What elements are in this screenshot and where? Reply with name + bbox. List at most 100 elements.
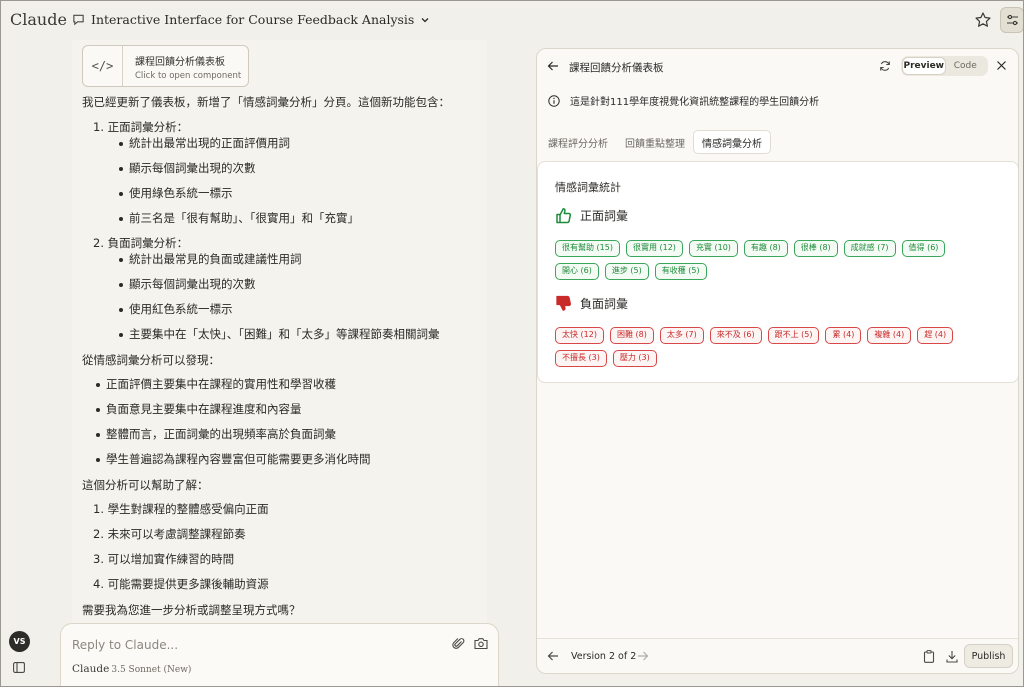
list-item: 2. 未來可以考慮調整課程節奏: [93, 527, 246, 541]
artifact-panel: 課程回饋分析儀表板 Preview Code 這是針對111學年度視覺化資訊統整…: [536, 48, 1019, 674]
bullet-item: 負面意見主要集中在課程進度和內容量: [96, 402, 302, 416]
positive-tag: 很棒 (8): [793, 240, 838, 257]
panel-title: 課程回饋分析儀表板: [569, 62, 664, 74]
bullet-item: 正面評價主要集中在課程的實用性和學習收穫: [96, 377, 336, 391]
list-item: 4. 可能需要提供更多課後輔助資源: [93, 577, 269, 591]
reply-input[interactable]: Reply to Claude...: [72, 638, 178, 652]
negative-tag: 複雜 (4): [867, 327, 912, 344]
info-banner: 這是針對111學年度視覺化資訊統整課程的學生回饋分析: [548, 93, 819, 108]
positive-tag: 很實用 (12): [625, 240, 683, 257]
back-arrow-icon[interactable]: [547, 60, 559, 72]
publish-button[interactable]: Publish: [964, 644, 1013, 668]
top-bar: Claude Interactive Interface for Course …: [0, 0, 1024, 40]
bullet-item: 使用綠色系統一標示: [119, 186, 233, 200]
bullet-item: 整體而言，正面詞彙的出現頻率高於負面詞彙: [96, 427, 336, 441]
next-version-icon[interactable]: [637, 650, 649, 662]
artifact-card[interactable]: </> 課程回饋分析儀表板 Click to open component: [82, 45, 249, 87]
sentiment-card: 情感詞彙統計 正面詞彙 很有幫助 (15) 很實用 (12) 充實 (10) 有趣 (…: [537, 161, 1018, 383]
positive-tag: 開心 (6): [555, 262, 599, 280]
help-title: 這個分析可以幫助了解：: [82, 478, 209, 492]
negative-tag: 累 (4): [825, 327, 862, 344]
star-icon[interactable]: [974, 11, 992, 29]
preview-tab[interactable]: Preview: [903, 58, 945, 74]
list-item: 3. 可以增加實作練習的時間: [93, 552, 235, 566]
positive-title: 正面詞彙: [580, 209, 629, 223]
tab-rating-analysis[interactable]: 課程評分分析: [540, 131, 616, 153]
negative-tag: 跟不上 (5): [767, 327, 820, 344]
code-icon: </>: [83, 46, 123, 86]
model-version: 3.5 Sonnet (New): [111, 665, 192, 675]
positive-tag: 值得 (6): [901, 240, 946, 257]
findings-title: 從情感詞彙分析可以發現：: [82, 353, 220, 367]
settings-sliders-button[interactable]: [1000, 7, 1024, 33]
camera-icon[interactable]: [474, 637, 488, 650]
model-name: Claude: [72, 663, 110, 675]
dashboard-tabs: 課程評分分析 回饋重點整理 情感詞彙分析: [540, 131, 771, 153]
positive-tag: 有趣 (8): [743, 240, 788, 257]
model-selector[interactable]: Claude 3.5 Sonnet (New): [72, 663, 191, 675]
negative-tag: 來不及 (6): [709, 327, 762, 344]
negative-tags: 太快 (12) 困難 (8) 太多 (7) 來不及 (6) 跟不上 (5) 累 (4) 複雜…: [555, 327, 985, 367]
section-title: 正面詞彙分析：: [107, 120, 189, 134]
close-icon[interactable]: [996, 60, 1007, 71]
info-icon: [548, 94, 560, 107]
negative-tag: 太快 (12): [555, 327, 604, 344]
negative-tag: 不擅長 (3): [555, 349, 607, 367]
positive-tag: 成就感 (7): [843, 240, 896, 257]
thumbs-up-icon: [556, 208, 572, 224]
panel-header: 課程回饋分析儀表板 Preview Code: [537, 49, 1018, 84]
copy-icon[interactable]: [923, 650, 935, 663]
chevron-down-icon: [421, 17, 429, 22]
message-closing: 需要我為您進一步分析或調整呈現方式嗎？: [82, 603, 301, 617]
thumbs-down-icon: [556, 295, 571, 311]
positive-tag: 進步 (5): [604, 262, 649, 280]
attach-icon[interactable]: [452, 637, 465, 650]
conversation-title-button[interactable]: Interactive Interface for Course Feedbac…: [72, 12, 430, 27]
bullet-item: 統計出最常見的負面或建議性用詞: [119, 252, 302, 266]
chat-column: </> 課程回饋分析儀表板 Click to open component 我已…: [72, 40, 487, 623]
list-item: 1. 學生對課程的整體感受偏向正面: [93, 502, 269, 516]
negative-tag: 太多 (7): [659, 327, 704, 344]
bullet-item: 顯示每個詞彙出現的次數: [119, 161, 256, 175]
version-label: Version 2 of 2: [571, 651, 637, 662]
positive-section-header: 正面詞彙: [555, 207, 628, 224]
info-text: 這是針對111學年度視覺化資訊統整課程的學生回饋分析: [570, 97, 820, 108]
negative-tag: 趕 (4): [917, 327, 954, 344]
sidebar-toggle-icon[interactable]: [13, 662, 25, 673]
bullet-item: 統計出最常出現的正面評價用詞: [119, 136, 290, 150]
sliders-icon: [1006, 14, 1018, 26]
tab-feedback-summary[interactable]: 回饋重點整理: [617, 131, 693, 153]
composer: Reply to Claude... Claude 3.5 Sonnet (New…: [60, 623, 499, 687]
panel-footer: Version 2 of 2 Publish: [537, 638, 1018, 673]
view-toggle: Preview Code: [901, 56, 988, 76]
refresh-icon[interactable]: [879, 60, 891, 72]
section-title: 負面詞彙分析：: [107, 236, 189, 250]
message-intro: 我已經更新了儀表板，新增了「情感詞彙分析」分頁。這個新功能包含：: [82, 95, 450, 109]
list-number: 2.: [93, 236, 104, 250]
negative-tag: 壓力 (3): [612, 349, 657, 367]
card-title: 情感詞彙統計: [555, 181, 621, 194]
positive-tag: 有收穫 (5): [654, 262, 707, 280]
bullet-item: 前三名是「很有幫助」、「很實用」和「充實」: [119, 211, 359, 225]
bullet-item: 主要集中在「太快」、「困難」和「太多」等課程節奏相關詞彙: [119, 327, 440, 341]
bullet-item: 學生普遍認為課程內容豐富但可能需要更多消化時間: [96, 452, 371, 466]
negative-section-header: 負面詞彙: [555, 295, 628, 312]
avatar[interactable]: VS: [9, 631, 30, 652]
artifact-card-subtitle: Click to open component: [135, 71, 242, 81]
code-tab[interactable]: Code: [945, 58, 987, 74]
bullet-item: 使用紅色系統一標示: [119, 302, 233, 316]
negative-tag: 困難 (8): [609, 327, 654, 344]
artifact-card-title: 課程回饋分析儀表板: [135, 57, 225, 68]
negative-title: 負面詞彙: [580, 297, 629, 311]
download-icon[interactable]: [946, 650, 958, 663]
brand-logo[interactable]: Claude: [10, 10, 67, 29]
chat-icon: [73, 14, 84, 26]
tab-sentiment-analysis[interactable]: 情感詞彙分析: [694, 131, 770, 153]
list-item: 1. 正面詞彙分析：: [93, 120, 189, 134]
positive-tag: 充實 (10): [688, 240, 738, 257]
list-number: 1.: [93, 120, 104, 134]
previous-version-icon[interactable]: [547, 650, 559, 662]
list-item: 2. 負面詞彙分析：: [93, 236, 189, 250]
bullet-item: 顯示每個詞彙出現的次數: [119, 277, 256, 291]
positive-tags: 很有幫助 (15) 很實用 (12) 充實 (10) 有趣 (8) 很棒 (8) 成就感 …: [555, 240, 985, 280]
